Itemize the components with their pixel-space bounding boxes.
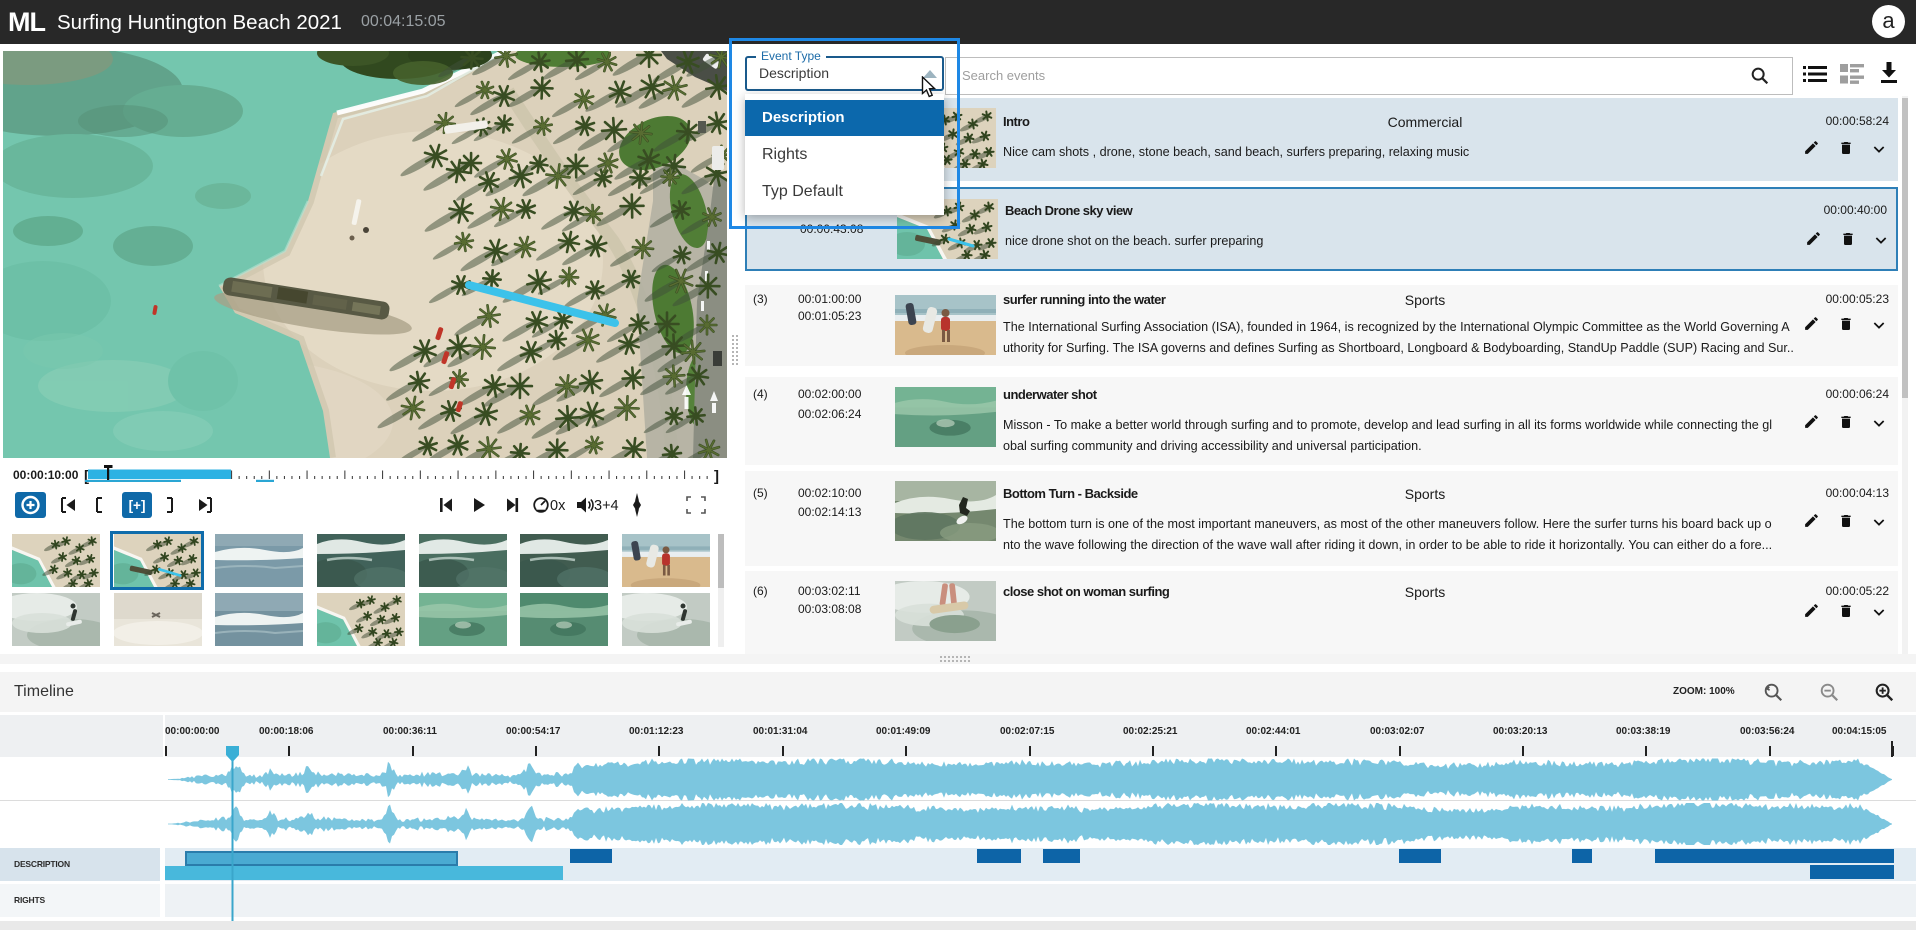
svg-text:3+4: 3+4 — [594, 498, 619, 514]
svg-text:]: ] — [714, 468, 719, 485]
svg-text:0x: 0x — [550, 498, 566, 514]
svg-text:[+]: [+] — [129, 498, 146, 513]
